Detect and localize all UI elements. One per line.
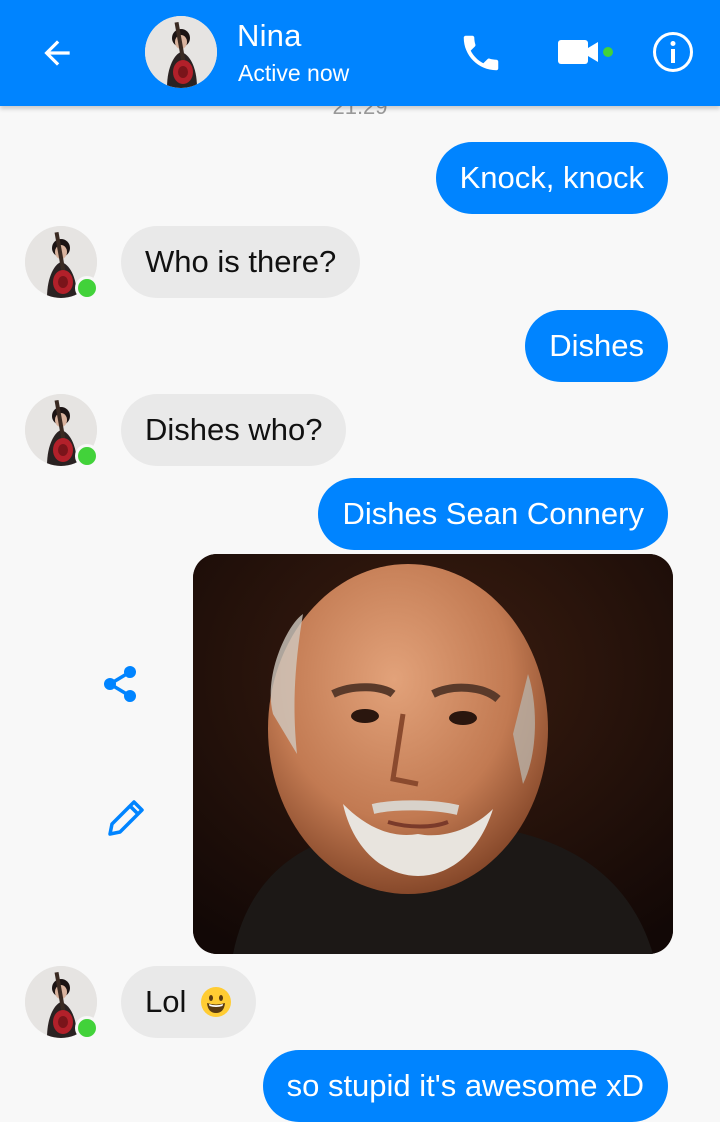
video-call-button[interactable] (556, 34, 618, 72)
online-status-dot (75, 276, 99, 300)
outgoing-message-bubble[interactable]: Dishes Sean Connery (318, 478, 668, 550)
shared-photo[interactable] (193, 554, 673, 954)
outgoing-message-bubble[interactable]: Dishes (525, 310, 668, 382)
voice-call-button[interactable] (458, 30, 504, 76)
incoming-message-bubble[interactable]: Dishes who? (121, 394, 347, 466)
incoming-message-bubble[interactable]: Who is there? (121, 226, 361, 298)
edit-pencil-icon (108, 800, 144, 836)
sender-avatar[interactable] (25, 226, 99, 300)
phone-icon (463, 35, 499, 71)
contact-name[interactable]: Nina (237, 18, 302, 54)
sender-avatar[interactable] (25, 966, 99, 1040)
edit-image-button[interactable] (104, 796, 148, 840)
share-button[interactable] (98, 662, 142, 706)
back-arrow-icon (44, 40, 70, 66)
conversation-info-button[interactable] (651, 30, 695, 74)
outgoing-message-bubble[interactable]: Knock, knock (435, 142, 668, 214)
video-camera-icon (558, 40, 613, 64)
back-button[interactable] (34, 30, 80, 76)
contact-avatar[interactable] (145, 16, 217, 88)
incoming-message-bubble[interactable]: Lol (121, 966, 257, 1038)
online-status-dot (75, 444, 99, 468)
contact-status: Active now (238, 60, 350, 86)
grinning-face-emoji (201, 987, 232, 1017)
online-status-dot (75, 1016, 99, 1040)
share-icon (104, 666, 136, 702)
info-icon (653, 32, 693, 72)
message-text: Lol (145, 984, 187, 1019)
conversation-header: Nina Active now (0, 0, 720, 106)
outgoing-message-bubble[interactable]: so stupid it's awesome xD (262, 1050, 668, 1122)
sender-avatar[interactable] (25, 394, 99, 468)
